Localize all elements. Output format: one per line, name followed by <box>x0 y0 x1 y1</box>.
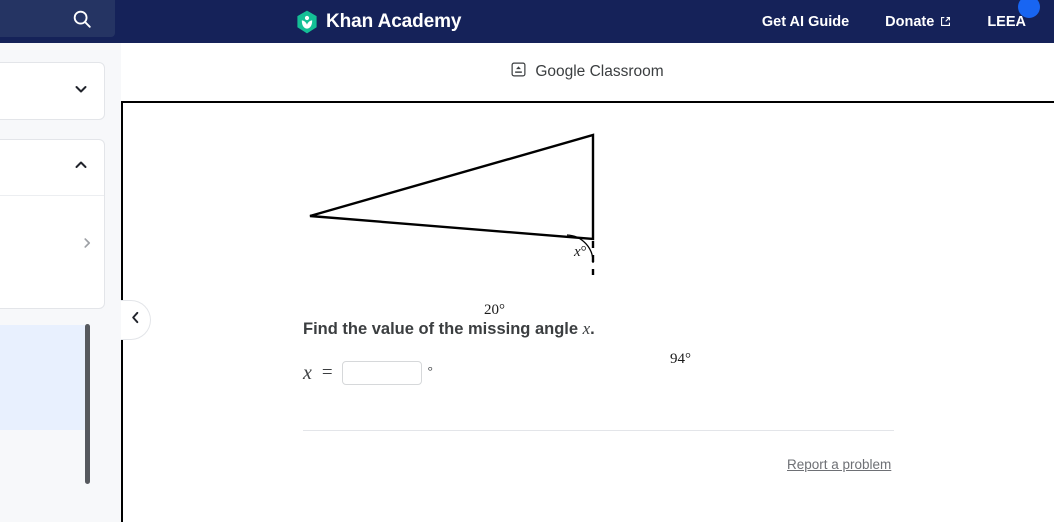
brand-name: Khan Academy <box>326 10 462 32</box>
triangle-figure <box>309 133 595 275</box>
page-root: Khan Academy Get AI Guide Donate LEEA Go… <box>0 0 1054 522</box>
nav-link-donate[interactable]: Donate <box>867 0 969 43</box>
chevron-right-icon[interactable] <box>80 236 94 255</box>
search-icon[interactable] <box>71 8 93 30</box>
user-account-button[interactable]: LEEA <box>969 0 1054 43</box>
answer-equals-sign: = <box>321 362 333 383</box>
answer-degree-symbol: ° <box>427 363 433 378</box>
nav-link-get-ai-guide[interactable]: Get AI Guide <box>744 0 867 43</box>
nav-link-label: Get AI Guide <box>761 13 850 30</box>
prompt-text: Find the value of the missing angle <box>303 320 583 338</box>
chevron-up-icon[interactable] <box>73 157 89 178</box>
sidebar-card-collapsed[interactable] <box>0 62 105 120</box>
nav-link-label: Donate <box>885 13 935 30</box>
external-link-icon <box>940 16 951 27</box>
figure-label-angle-x: x° <box>574 244 587 260</box>
sidebar-scrollbar[interactable] <box>85 324 90 484</box>
sidebar-card-header[interactable]: T.) <box>0 140 104 196</box>
sidebar-card-expanded: T.) UNIT 6 <box>0 139 105 309</box>
share-to-classroom-icon <box>511 62 526 82</box>
khan-academy-logo-icon <box>296 10 318 34</box>
google-classroom-bar: Google Classroom <box>121 43 1054 101</box>
figure-label-angle-20: 20° <box>484 302 505 318</box>
question-prompt: Find the value of the missing angle x. <box>303 319 595 339</box>
google-classroom-label: Google Classroom <box>535 63 664 80</box>
answer-variable-label: x <box>303 361 312 384</box>
chevron-left-icon[interactable] <box>128 310 143 330</box>
course-sidebar: T.) UNIT 6 <box>0 43 121 522</box>
prompt-period: . <box>590 320 595 338</box>
chevron-down-icon[interactable] <box>73 81 89 102</box>
answer-input[interactable] <box>341 361 422 385</box>
user-account-label: LEEA <box>987 13 1026 30</box>
nav-right-group: Get AI Guide Donate LEEA <box>744 0 1054 43</box>
notification-badge-icon[interactable] <box>1018 0 1040 18</box>
answer-row: x = ° <box>303 361 433 385</box>
figure-label-angle-94: 94° <box>670 351 691 367</box>
report-a-problem-link[interactable]: Report a problem <box>787 457 891 472</box>
sidebar-item-active[interactable] <box>0 325 86 430</box>
exercise-card: x° 20° 94° Find the value of the missing… <box>121 101 1054 522</box>
top-navigation-bar: Khan Academy Get AI Guide Donate LEEA <box>0 0 1054 43</box>
share-to-google-classroom-button[interactable]: Google Classroom <box>511 62 664 82</box>
brand-home-link[interactable]: Khan Academy <box>296 0 461 43</box>
search-input[interactable] <box>0 0 115 37</box>
footer-divider <box>303 430 894 431</box>
